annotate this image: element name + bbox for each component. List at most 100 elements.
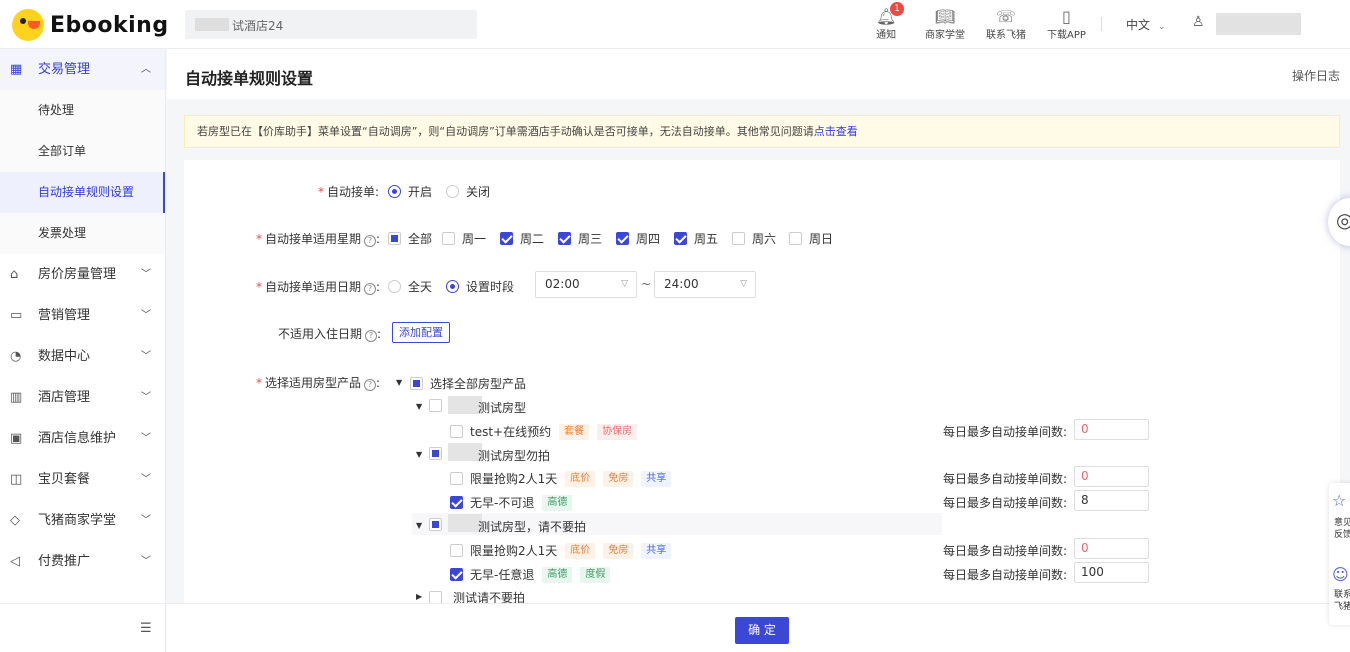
assistant-icon: ◎ (1336, 208, 1350, 232)
product-checkbox[interactable]: test+在线预约 套餐 协保房 (450, 423, 638, 440)
caret-down-icon[interactable]: ▼ (416, 450, 422, 459)
sidebar-group-academy[interactable]: ◇ 飞猪商家学堂 ﹀ (0, 500, 165, 541)
sidebar-group-paid-promotion[interactable]: ◁ 付费推广 ﹀ (0, 541, 165, 582)
star-icon[interactable]: ☆ (1332, 491, 1346, 510)
daily-limit-input[interactable]: 0 (1074, 538, 1149, 559)
calendar-icon: ▦ (10, 62, 23, 77)
header-divider (1101, 17, 1102, 31)
weekday-sat-checkbox[interactable]: 周六 (732, 230, 776, 247)
blurred-room-prefix (448, 514, 482, 532)
chevron-down-icon: ⌄ (1157, 22, 1166, 32)
confirm-button[interactable]: 确 定 (735, 617, 789, 644)
caret-down-icon[interactable]: ▼ (416, 521, 422, 530)
weekday-wed-checkbox[interactable]: 周三 (558, 230, 602, 247)
checkbox-label: 周一 (462, 232, 487, 246)
building-icon: ▥ (10, 390, 23, 405)
weekday-tue-checkbox[interactable]: 周二 (500, 230, 544, 247)
sidebar-group-rate-inventory[interactable]: ⌂ 房价房量管理 ﹀ (0, 254, 165, 295)
smile-icon[interactable]: ☺ (1332, 565, 1349, 584)
product-checkbox[interactable]: 无早-不可退 高德 (450, 494, 573, 511)
time-separator: ~ (641, 277, 652, 291)
house-icon: ⌂ (10, 267, 19, 282)
weekday-fri-checkbox[interactable]: 周五 (674, 230, 718, 247)
sidebar-item-all-orders[interactable]: 全部订单 (0, 131, 165, 172)
radio-label: 设置时段 (466, 280, 515, 294)
weekday-mon-checkbox[interactable]: 周一 (442, 230, 486, 247)
collapse-menu-icon[interactable]: ☰ (140, 621, 152, 636)
merchant-school-button[interactable]: 📖︎ 商家学堂 (925, 8, 965, 42)
room-name: 测试房型 (478, 401, 527, 415)
product-name: 无早-任意退 (470, 568, 535, 582)
chevron-down-icon: ﹀ (141, 515, 151, 526)
contact-button[interactable]: ☏ 联系飞猪 (986, 8, 1026, 42)
chevron-down-icon: ﹀ (141, 392, 151, 403)
user-icon[interactable]: ♙ (1192, 14, 1205, 30)
all-rooms-checkbox[interactable]: 选择全部房型产品 (410, 375, 526, 392)
weekday-all-checkbox[interactable]: 全部 (388, 230, 432, 247)
date-set-period-radio[interactable]: 设置时段 (446, 278, 514, 295)
auto-accept-off-radio[interactable]: 关闭 (446, 183, 490, 200)
checkbox-label: 周日 (809, 232, 834, 246)
daily-limit-input[interactable]: 0 (1074, 419, 1149, 440)
end-time-select[interactable]: 24:00 ▽ (654, 271, 756, 298)
product-checkbox[interactable]: 限量抢购2人1天 底价 免房 共享 (450, 542, 672, 559)
sidebar-group-marketing[interactable]: ▭ 营销管理 ﹀ (0, 295, 165, 336)
radio-label: 全天 (408, 280, 433, 294)
sidebar-item-auto-accept-rules[interactable]: 自动接单规则设置 (0, 172, 165, 213)
room-checkbox[interactable] (429, 447, 449, 460)
help-icon: ? (364, 283, 377, 295)
tag: 共享 (641, 542, 672, 559)
notice-link[interactable]: 点击查看 (814, 125, 858, 138)
sidebar-item-pending[interactable]: 待处理 (0, 90, 165, 131)
download-app-button[interactable]: ▯ 下载APP (1047, 8, 1086, 42)
language-selector[interactable]: 中文 ⌄ (1126, 16, 1165, 33)
room-checkbox[interactable] (429, 399, 449, 412)
hotel-selector[interactable]: 试酒店24 (185, 10, 477, 39)
graduation-cap-icon: ◇ (10, 513, 20, 528)
notification-button[interactable]: 🔔︎ 1 通知 (876, 2, 904, 41)
top-header: Ebooking 试酒店24 🔔︎ 1 通知 📖︎ 商家学堂 ☏ 联系飞猪 ▯ … (0, 0, 1350, 49)
sidebar: ▦ 交易管理 ︿ 待处理 全部订单 自动接单规则设置 发票处理 ⌂ 房价房量管理… (0, 49, 166, 603)
excluded-dates-label: 不适用入住日期?: (278, 327, 382, 342)
sidebar-group-packages[interactable]: ◫ 宝贝套餐 ﹀ (0, 459, 165, 500)
sidebar-group-trade[interactable]: ▦ 交易管理 ︿ (0, 49, 165, 90)
blurred-hotel-prefix (195, 18, 229, 31)
daily-limit-input[interactable]: 8 (1074, 490, 1149, 511)
start-time-select[interactable]: 02:00 ▽ (535, 271, 637, 298)
float-panel: ☆ 意见反馈 ☺ 联系飞猪 (1329, 483, 1350, 625)
sidebar-item-invoice[interactable]: 发票处理 (0, 213, 165, 254)
weekday-sun-checkbox[interactable]: 周日 (789, 230, 833, 247)
help-icon: ? (364, 379, 377, 391)
sidebar-group-label: 营销管理 (38, 308, 91, 323)
feedback-link[interactable]: 意见反馈 (1334, 517, 1350, 541)
daily-limit-label: 每日最多自动接单间数: (943, 544, 1068, 558)
tag: 免房 (603, 470, 634, 487)
add-config-button[interactable]: 添加配置 (392, 322, 450, 343)
help-icon: ? (364, 235, 377, 247)
date-range-label: * 自动接单适用日期?: (256, 280, 381, 295)
radio-label: 开启 (408, 185, 433, 199)
auto-accept-on-radio[interactable]: 开启 (388, 183, 432, 200)
date-all-day-radio[interactable]: 全天 (388, 278, 432, 295)
room-checkbox[interactable] (429, 518, 449, 531)
daily-limit-input[interactable]: 100 (1074, 562, 1149, 583)
daily-limit-input[interactable]: 0 (1074, 466, 1149, 487)
tag: 高德 (542, 566, 573, 583)
chevron-down-icon: ▽ (621, 279, 628, 289)
sidebar-group-label: 宝贝套餐 (38, 472, 91, 487)
sidebar-group-label: 付费推广 (38, 554, 91, 569)
operation-log-link[interactable]: 操作日志 (1292, 67, 1340, 84)
caret-right-icon[interactable]: ▶ (416, 592, 422, 601)
sidebar-group-hotel-management[interactable]: ▥ 酒店管理 ﹀ (0, 377, 165, 418)
caret-down-icon[interactable]: ▼ (416, 402, 422, 411)
product-checkbox[interactable]: 无早-任意退 高德 度假 (450, 566, 611, 583)
checkbox-label: 周四 (636, 232, 661, 246)
sidebar-group-data-center[interactable]: ◔ 数据中心 ﹀ (0, 336, 165, 377)
tag: 高德 (542, 494, 573, 511)
weekday-thu-checkbox[interactable]: 周四 (616, 230, 660, 247)
logo[interactable]: Ebooking (12, 9, 169, 41)
contact-float-link[interactable]: 联系飞猪 (1334, 589, 1350, 613)
product-checkbox[interactable]: 限量抢购2人1天 底价 免房 共享 (450, 470, 672, 487)
caret-down-icon[interactable]: ▼ (396, 378, 402, 387)
sidebar-group-hotel-info[interactable]: ▣ 酒店信息维护 ﹀ (0, 418, 165, 459)
